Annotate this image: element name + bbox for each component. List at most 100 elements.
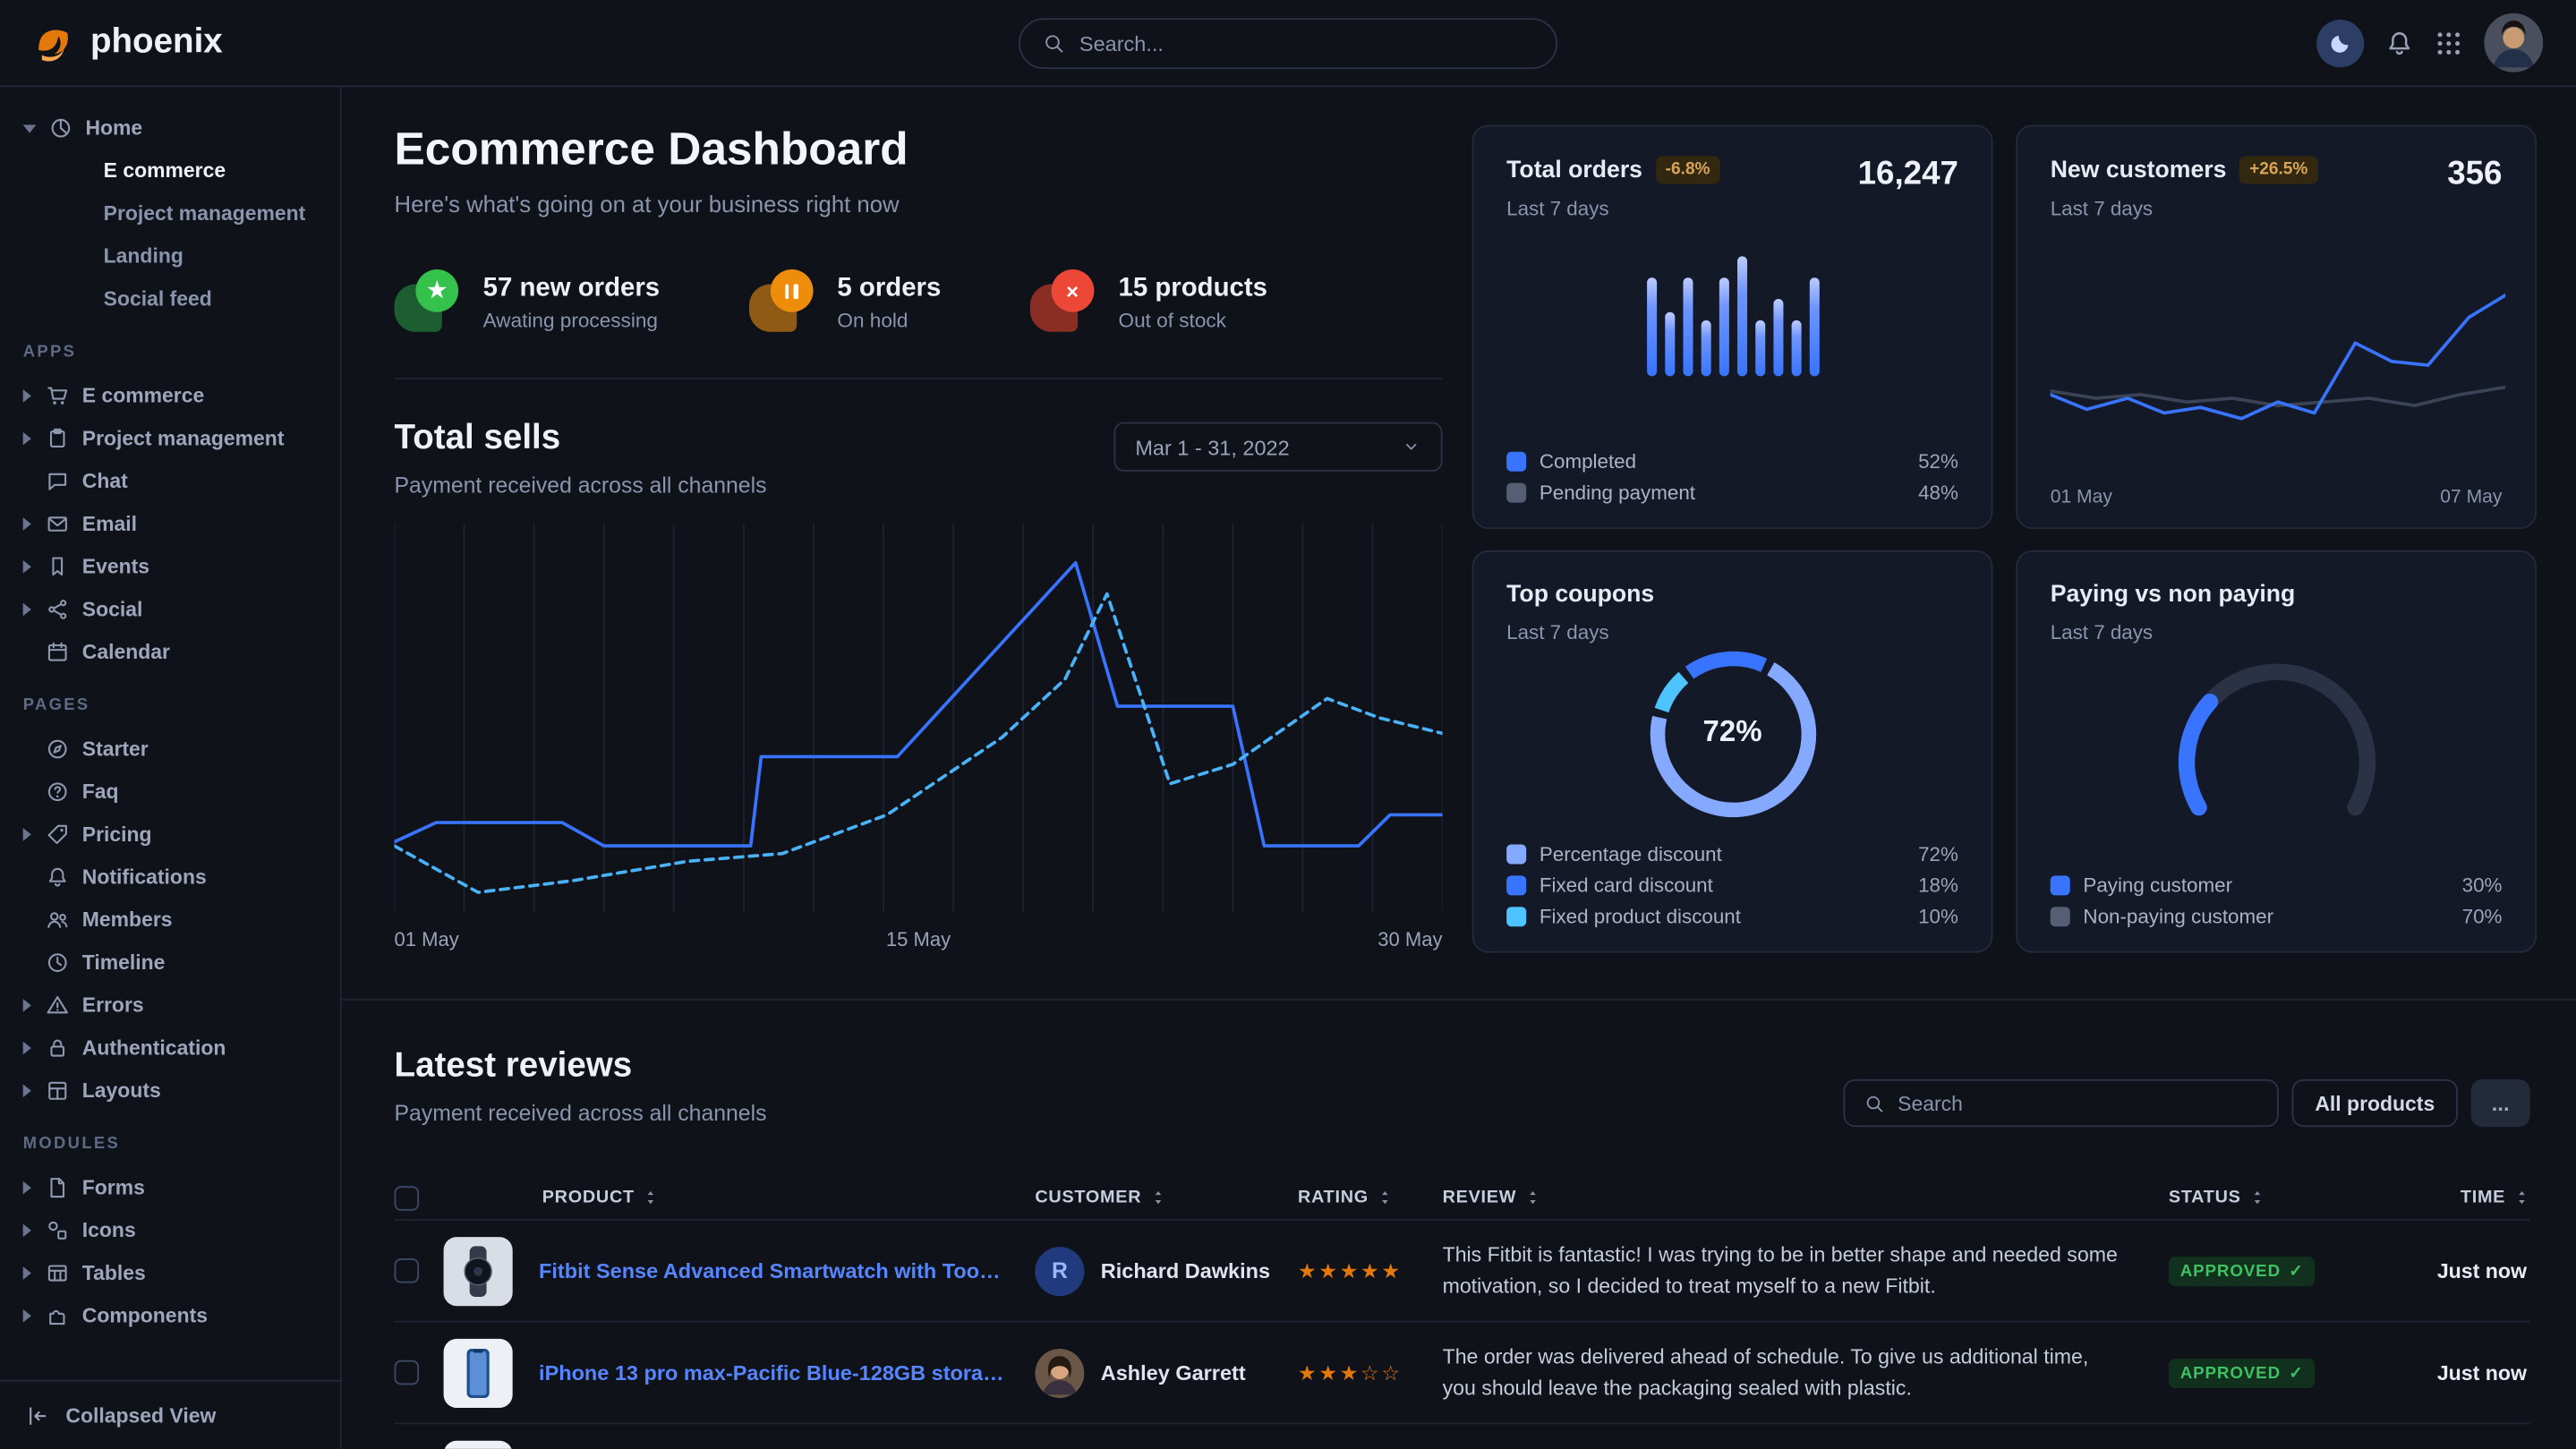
column-header-status[interactable]: STATUS [2169, 1188, 2379, 1207]
sidebar-item-errors[interactable]: Errors [0, 984, 340, 1027]
sidebar-item-timeline[interactable]: Timeline [0, 942, 340, 984]
order-bar [1754, 320, 1764, 376]
pause-icon [748, 269, 814, 335]
reviews-search[interactable] [1844, 1079, 2279, 1127]
legend-row: Paying customer30% [2051, 874, 2503, 897]
global-search[interactable] [1019, 17, 1557, 68]
collapsed-view-toggle[interactable]: Collapsed View [0, 1380, 340, 1449]
column-header-time[interactable]: TIME [2379, 1188, 2530, 1207]
table-header-row: PRODUCTCUSTOMERRATINGREVIEWSTATUS TIME [395, 1176, 2530, 1219]
more-options-button[interactable]: ... [2471, 1079, 2530, 1127]
legend-value: 70% [2462, 905, 2503, 928]
chevron-right-icon [23, 560, 31, 574]
sidebar-item-forms[interactable]: Forms [0, 1166, 340, 1209]
profile-avatar[interactable] [2484, 13, 2543, 72]
star-icon: ★ [395, 269, 460, 335]
row-checkbox[interactable] [395, 1360, 420, 1385]
sidebar-item-label: Faq [82, 780, 119, 804]
stat-value: 15 products [1119, 274, 1267, 303]
column-label: TIME [2461, 1188, 2505, 1207]
row-checkbox[interactable] [395, 1258, 420, 1283]
legend-label: Percentage discount [1540, 843, 1722, 866]
order-bar [1646, 277, 1656, 376]
product-link[interactable]: Fitbit Sense Advanced Smartwatch with To… [539, 1258, 1035, 1283]
sidebar-item-faq[interactable]: Faq [0, 771, 340, 814]
sidebar-item-label: Timeline [82, 951, 166, 975]
sidebar-item-calendar[interactable]: Calendar [0, 631, 340, 674]
notifications-button[interactable] [2385, 29, 2413, 56]
sidebar-item-pricing[interactable]: Pricing [0, 814, 340, 857]
sidebar-item-project-management[interactable]: Project management [0, 417, 340, 460]
legend-value: 18% [1918, 874, 1958, 897]
compass-icon [46, 737, 69, 761]
app-launcher-button[interactable] [2435, 29, 2462, 56]
card-title: Total orders [1506, 157, 1642, 183]
orders-bar-chart [1646, 234, 1819, 376]
clock-icon [46, 951, 69, 975]
sidebar-item-project-management[interactable]: Project management [0, 192, 340, 235]
column-header-rating[interactable]: RATING [1298, 1188, 1443, 1207]
chevron-right-icon [23, 828, 31, 841]
table-body: Fitbit Sense Advanced Smartwatch with To… [395, 1219, 2530, 1449]
total-sells-title: Total sells [395, 419, 767, 458]
sidebar-item-components[interactable]: Components [0, 1294, 340, 1337]
sidebar-item-authentication[interactable]: Authentication [0, 1027, 340, 1070]
quick-stat: 5 ordersOn hold [748, 269, 941, 335]
theme-toggle-button[interactable] [2316, 19, 2364, 66]
select-all-checkbox[interactable] [395, 1185, 420, 1210]
sidebar-item-label: Tables [82, 1262, 146, 1285]
customer-avatar: R [1035, 1246, 1084, 1295]
chart-pie-icon [49, 116, 73, 140]
chevron-right-icon [23, 1223, 31, 1237]
sidebar-item-notifications[interactable]: Notifications [0, 856, 340, 899]
sidebar-item-events[interactable]: Events [0, 545, 340, 588]
sidebar-section-title: APPS [0, 344, 340, 375]
sidebar-item-e-commerce[interactable]: E commerce [0, 374, 340, 417]
question-icon [46, 780, 69, 804]
chevron-right-icon [23, 1309, 31, 1323]
sidebar-group-home[interactable]: Home [0, 107, 340, 149]
sidebar-item-landing[interactable]: Landing [0, 234, 340, 277]
sidebar-item-starter[interactable]: Starter [0, 728, 340, 771]
sidebar-group-label: Home [85, 116, 142, 140]
card-period: Last 7 days [1506, 621, 1654, 644]
search-icon [1864, 1094, 1884, 1113]
sidebar-item-members[interactable]: Members [0, 899, 340, 942]
table-row: iPhone 13 pro max-Pacific Blue-128GB sto… [395, 1321, 2530, 1423]
sidebar-item-social[interactable]: Social [0, 588, 340, 631]
column-header-review[interactable]: REVIEW [1443, 1188, 2169, 1207]
sidebar-item-label: Forms [82, 1176, 145, 1199]
card-title: Paying vs non paying [2051, 582, 2296, 608]
sidebar-item-e-commerce[interactable]: E commerce [0, 149, 340, 192]
orders-legend: Completed52%Pending payment48% [1506, 442, 1958, 505]
brand[interactable]: phoenix [33, 21, 223, 64]
column-header-product[interactable]: PRODUCT [444, 1188, 1036, 1207]
sidebar-item-chat[interactable]: Chat [0, 460, 340, 503]
coupons-legend: Percentage discount72%Fixed card discoun… [1506, 834, 1958, 928]
sidebar-item-layouts[interactable]: Layouts [0, 1070, 340, 1112]
legend-marker [1506, 907, 1526, 926]
sidebar-section-title: MODULES [0, 1135, 340, 1166]
sort-icon [1524, 1189, 1540, 1206]
order-bar [1791, 320, 1801, 376]
sidebar-item-social-feed[interactable]: Social feed [0, 277, 340, 320]
legend-label: Completed [1540, 450, 1636, 473]
sidebar-item-email[interactable]: Email [0, 503, 340, 546]
sidebar-item-tables[interactable]: Tables [0, 1252, 340, 1295]
sidebar-item-label: Email [82, 513, 137, 536]
sidebar-item-icons[interactable]: Icons [0, 1209, 340, 1252]
date-range-select[interactable]: Mar 1 - 31, 2022 [1113, 422, 1442, 472]
column-header-customer[interactable]: CUSTOMER [1035, 1188, 1298, 1207]
all-products-button[interactable]: All products [2292, 1079, 2458, 1127]
page-subtitle: Here's what's going on at your business … [395, 191, 1443, 217]
quick-stat: ★57 new ordersAwating processing [395, 269, 661, 335]
legend-row: Pending payment48% [1506, 482, 1958, 505]
users-icon [46, 908, 69, 932]
global-search-input[interactable] [1079, 30, 1533, 55]
product-link[interactable]: iPhone 13 pro max-Pacific Blue-128GB sto… [539, 1360, 1035, 1385]
review-time: Just now [2379, 1259, 2530, 1283]
dashboard-left-column: Ecommerce Dashboard Here's what's going … [395, 124, 1443, 951]
reviews-search-input[interactable] [1898, 1092, 2257, 1115]
sidebar-item-label: Pricing [82, 823, 152, 847]
new-customers-chart [2051, 285, 2505, 469]
